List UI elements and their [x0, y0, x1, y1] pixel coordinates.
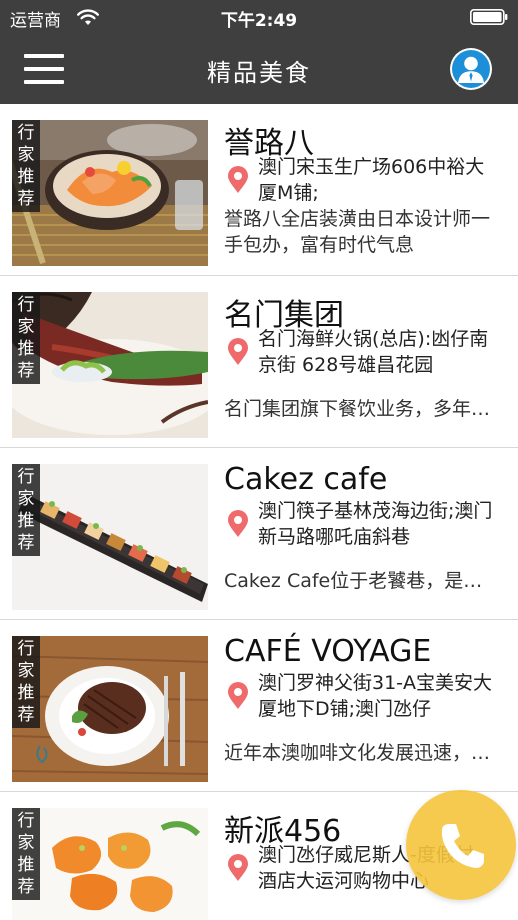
restaurant-item[interactable]: 行家推荐 名门集团 名门海鲜火锅(总店):凼仔南京街 628号雄昌花园 名门集团… — [0, 276, 518, 448]
restaurant-address: 澳门宋玉生广场606中裕大厦M铺; — [258, 156, 485, 204]
restaurant-item[interactable]: 行家推荐 Cakez cafe 澳门筷子基林茂海边街;澳门新马路哪吒庙斜巷 Ca… — [0, 448, 518, 620]
restaurant-photo — [12, 292, 208, 438]
restaurant-description: 誉路八全店装潢由日本设计师一手包办，富有时代气息 — [224, 208, 491, 256]
restaurant-photo — [12, 120, 208, 266]
restaurant-item[interactable]: 行家推荐 誉路八 澳门宋玉生广场606中裕大厦M铺; 誉路八全店装潢由日本设计师… — [0, 104, 518, 276]
recommended-badge: 行家推荐 — [12, 464, 40, 556]
recommended-badge: 行家推荐 — [12, 120, 40, 212]
recommended-badge: 行家推荐 — [12, 808, 40, 900]
restaurant-photo — [12, 808, 208, 920]
map-pin-icon — [228, 338, 248, 365]
restaurant-description: 名门集团旗下餐饮业务，多年来一直深受欢迎 — [224, 398, 498, 420]
restaurant-description: 近年本澳咖啡文化发展迅速，咖啡店林立 — [224, 742, 498, 764]
restaurant-address: 名门海鲜火锅(总店):凼仔南京街 628号雄昌花园 — [258, 328, 489, 376]
phone-icon — [441, 824, 484, 868]
restaurant-address: 澳门罗神父街31-A宝美安大厦地下D铺;澳门氹仔 — [258, 672, 493, 720]
user-avatar-icon[interactable] — [450, 48, 492, 90]
restaurant-photo — [12, 636, 208, 782]
restaurant-photo — [12, 464, 208, 610]
restaurant-item[interactable]: 行家推荐 CAFÉ VOYAGE 澳门罗神父街31-A宝美安大厦地下D铺;澳门氹… — [0, 620, 518, 792]
map-pin-icon — [228, 510, 248, 537]
map-pin-icon — [228, 682, 248, 709]
restaurant-name: Cakez cafe — [224, 462, 388, 497]
recommended-badge: 行家推荐 — [12, 636, 40, 728]
status-bar: 运营商 下午2:49 — [0, 0, 518, 34]
page-title: 精品美食 — [207, 59, 311, 87]
battery-icon — [470, 9, 508, 25]
app-root: 运营商 下午2:49 精品美食 行 家 推 荐 誉路八 澳门宋玉生广场606中裕… — [0, 0, 518, 920]
restaurant-description: Cakez Cafe位于老饕巷，是一间甜品小店 — [224, 570, 498, 592]
restaurant-name: CAFÉ VOYAGE — [224, 634, 432, 669]
recommended-badge: 行家推荐 — [12, 292, 40, 384]
restaurant-address: 澳门筷子基林茂海边街;澳门新马路哪吒庙斜巷 — [258, 500, 493, 548]
navigation-bar: 精品美食 — [0, 34, 518, 104]
map-pin-icon — [228, 166, 248, 193]
map-pin-icon — [228, 854, 248, 881]
call-button[interactable] — [406, 790, 516, 900]
clock: 下午2:49 — [220, 11, 298, 31]
